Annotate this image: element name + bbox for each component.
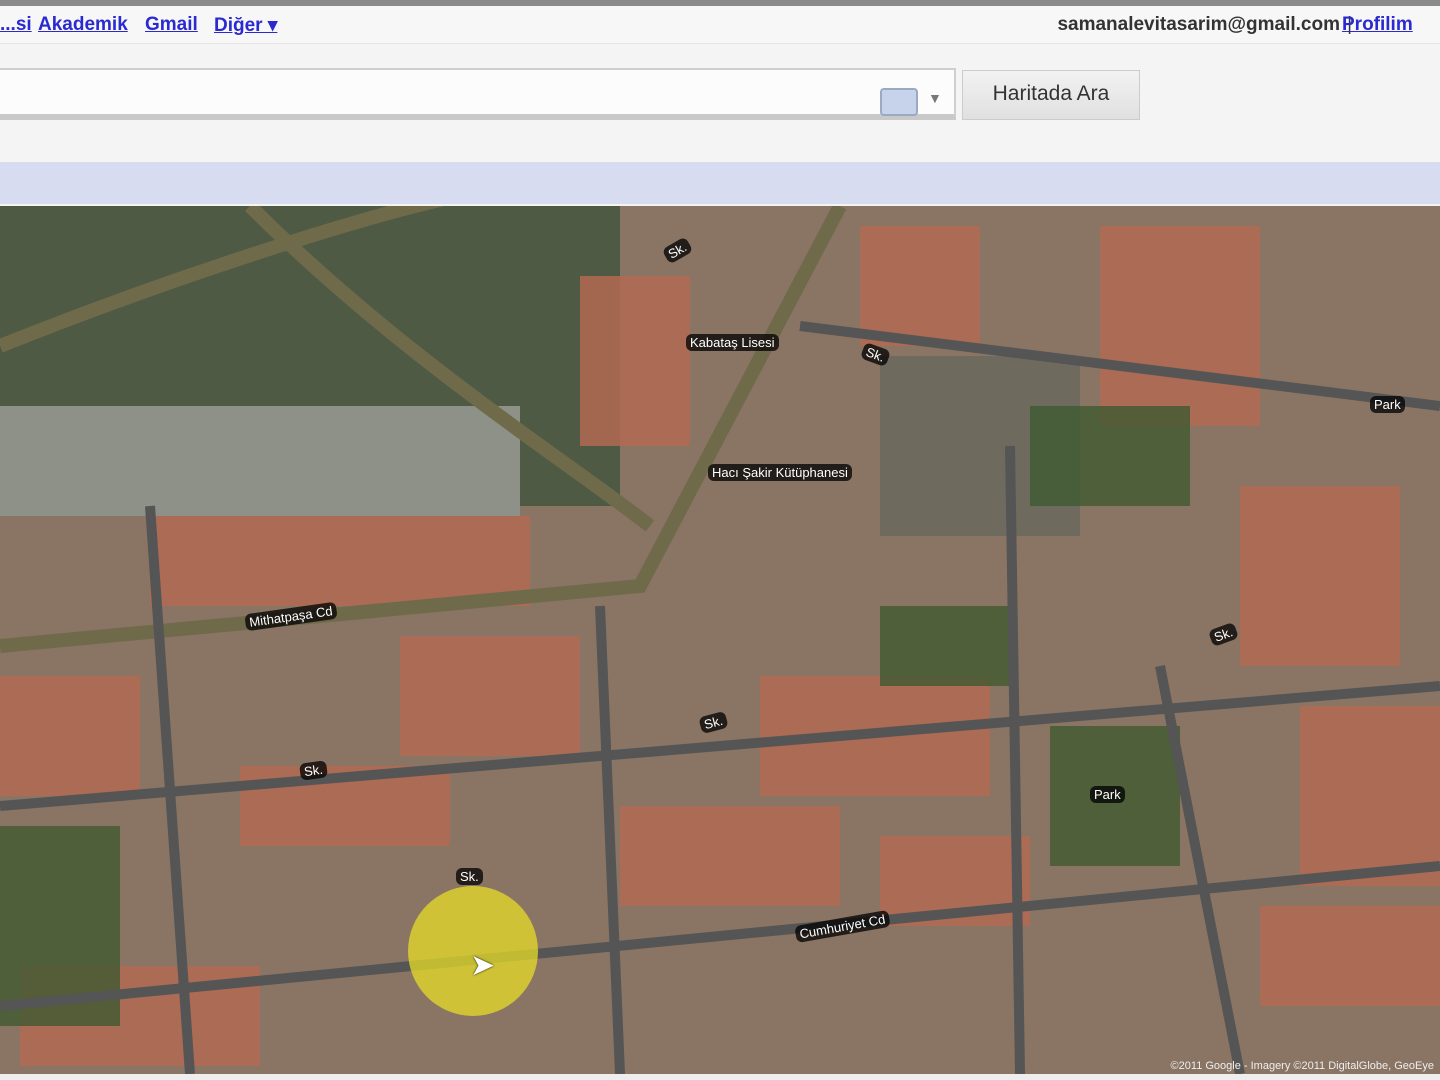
search-map-button[interactable]: Haritada Ara (962, 70, 1140, 120)
map-copyright: ©2011 Google - Imagery ©2011 DigitalGlob… (1170, 1060, 1434, 1072)
map-label-park[interactable]: Park (1370, 396, 1405, 413)
profile-link[interactable]: Profilim (1342, 14, 1413, 36)
map-label-school[interactable]: Kabataş Lisesi (686, 334, 779, 351)
satellite-map[interactable]: Kabataş Lisesi Hacı Şakir Kütüphanesi Mi… (0, 206, 1440, 1074)
keyboard-icon[interactable] (880, 88, 918, 116)
gbar-link-gmail[interactable]: Gmail (145, 14, 198, 36)
map-label-library[interactable]: Hacı Şakir Kütüphanesi (708, 464, 852, 481)
gbar-link[interactable]: ...si (0, 14, 32, 36)
toolbar-band (0, 162, 1440, 204)
user-email: samanalevitasarim@gmail.com (1057, 14, 1340, 35)
map-label-park[interactable]: Park (1090, 786, 1125, 803)
gbar-link-diger[interactable]: Diğer ▾ (214, 14, 277, 37)
google-bar: ...si Akademik Gmail Diğer ▾ samanalevit… (0, 6, 1440, 44)
search-input[interactable] (0, 68, 956, 120)
chevron-down-icon[interactable]: ▼ (928, 90, 942, 106)
map-label-street[interactable]: Sk. (456, 868, 483, 885)
gbar-link-akademik[interactable]: Akademik (38, 14, 128, 36)
bottom-border (0, 1074, 1440, 1080)
mouse-cursor-icon: ➤ (470, 949, 496, 982)
